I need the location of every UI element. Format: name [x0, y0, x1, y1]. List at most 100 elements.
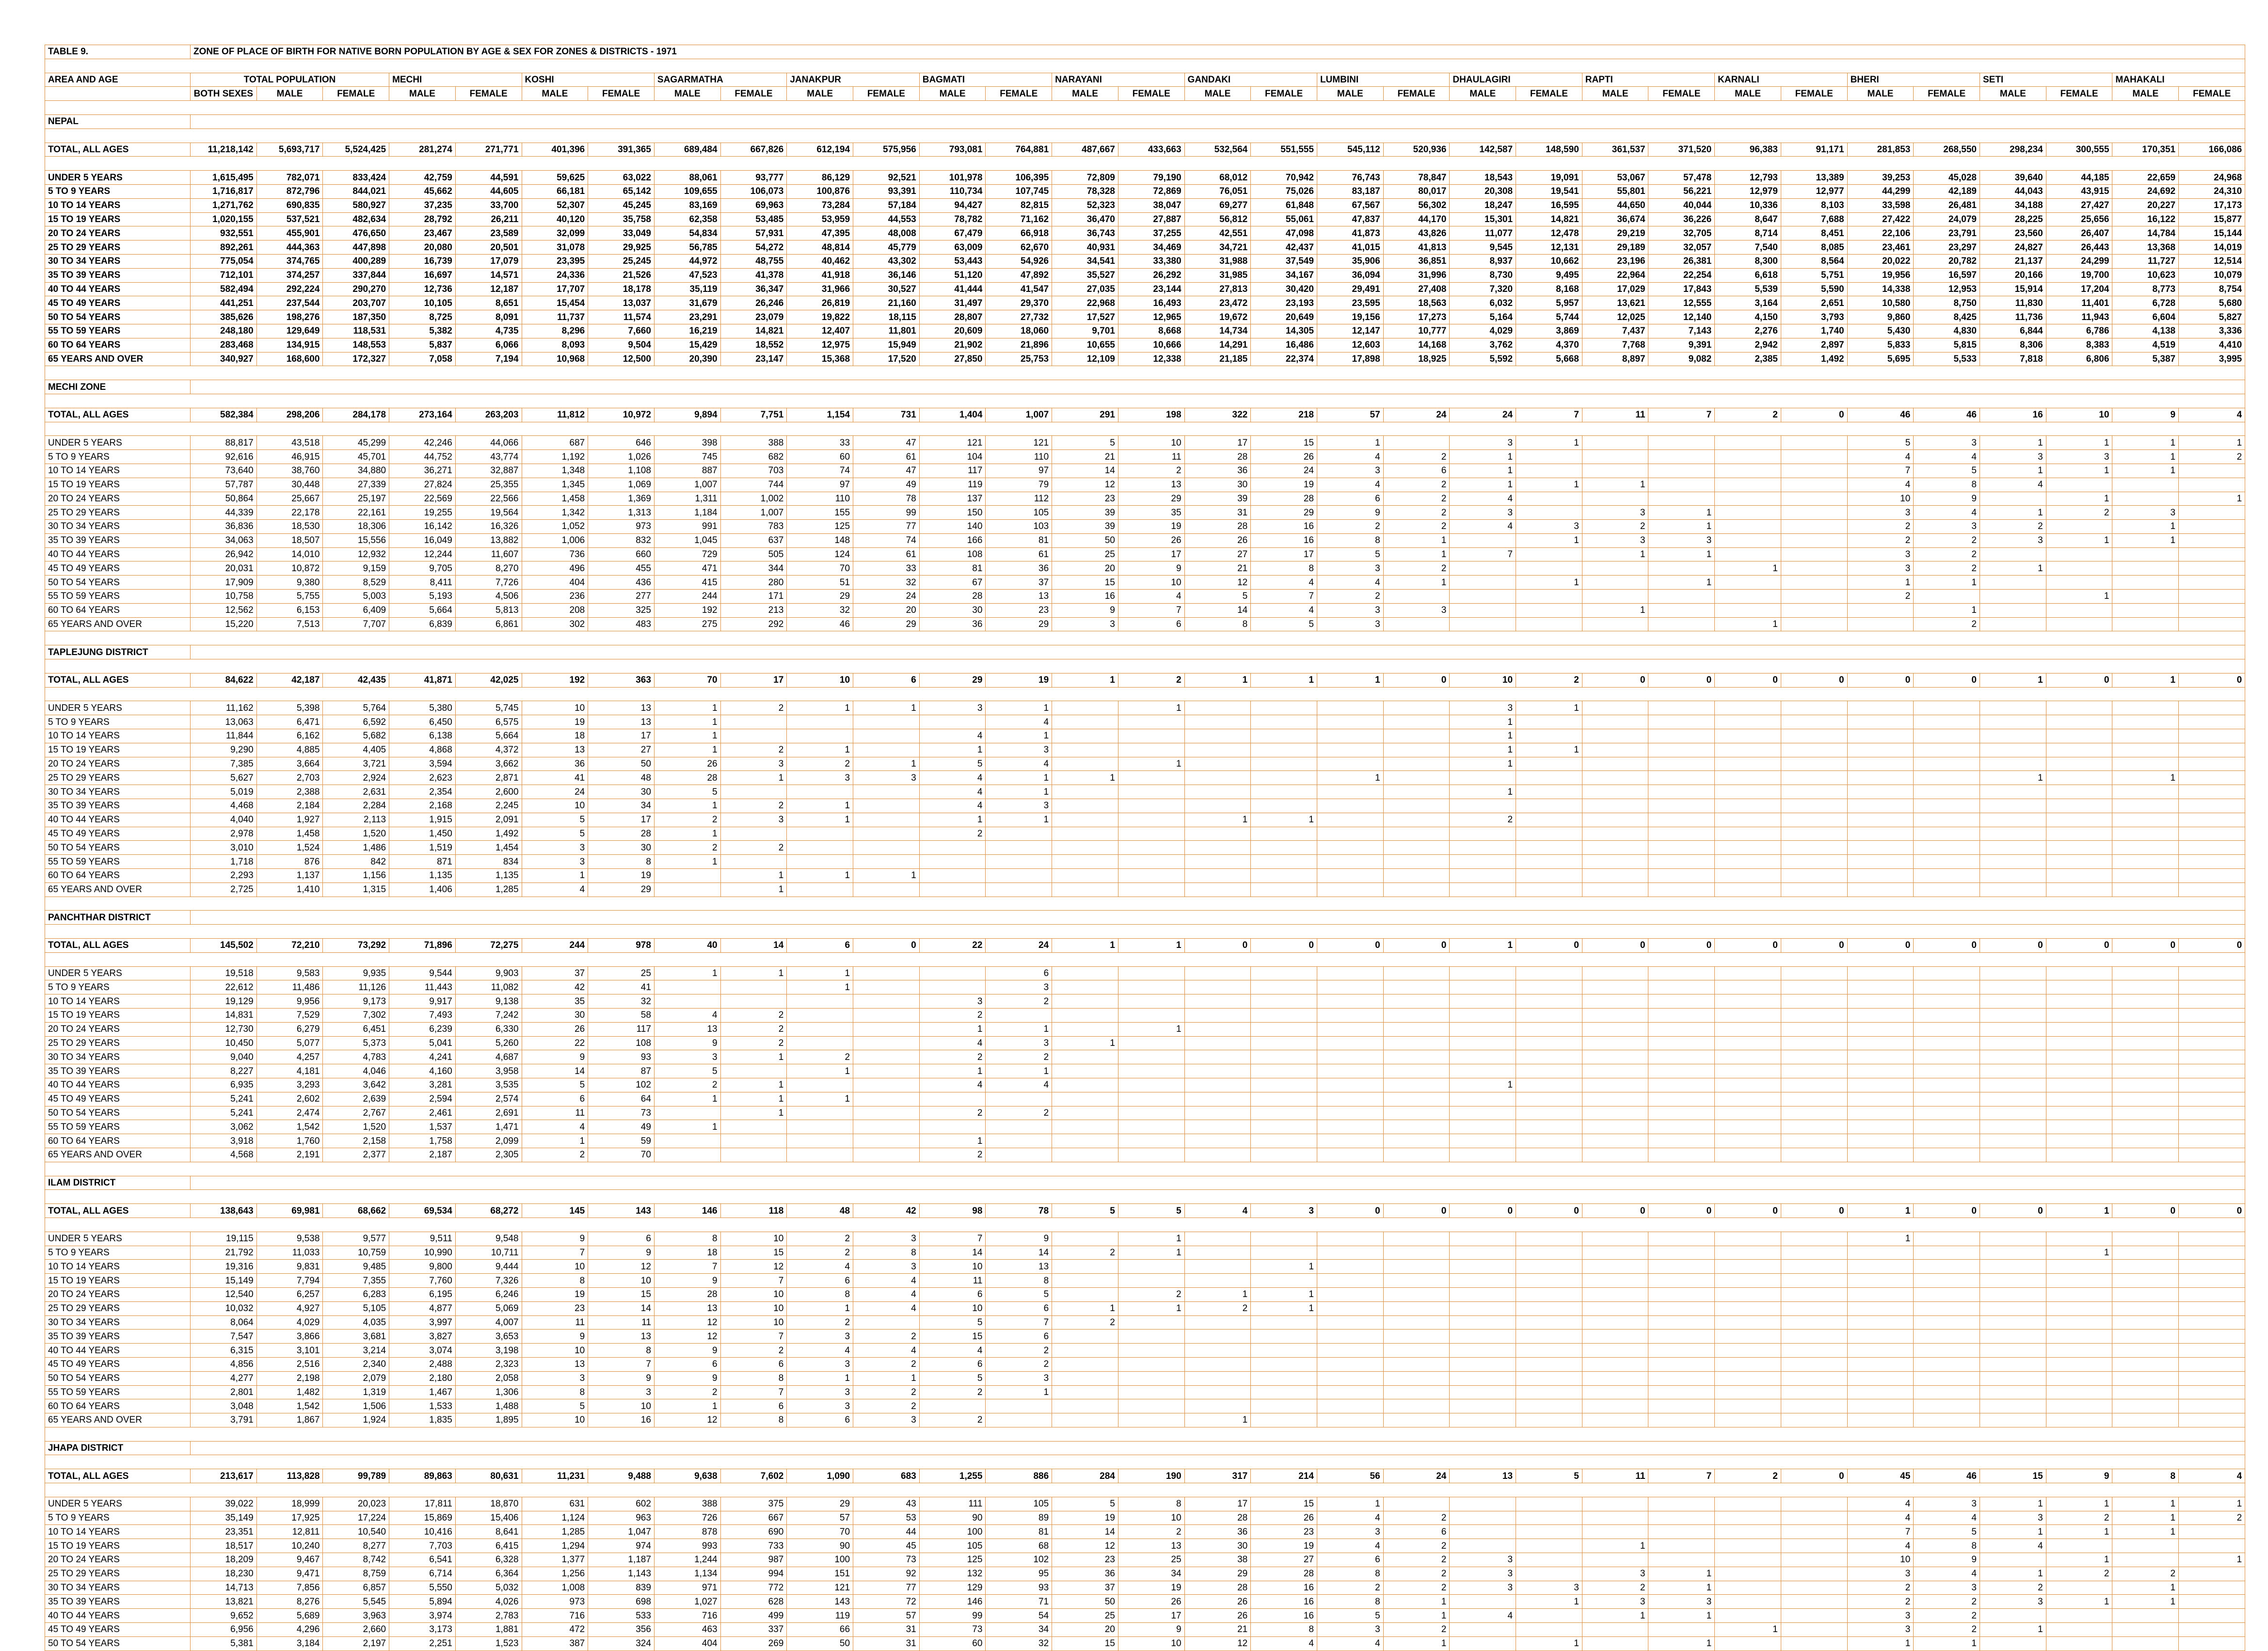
table-title: ZONE OF PLACE OF BIRTH FOR NATIVE BORN P…: [190, 45, 2246, 59]
value-cell: 5,380: [389, 701, 456, 716]
value-cell: 1: [2112, 1580, 2179, 1595]
row-label: 55 TO 59 YEARS: [45, 589, 191, 604]
value-cell: [1250, 1120, 1317, 1135]
value-cell: 6: [919, 1287, 986, 1302]
value-cell: 4: [654, 1008, 721, 1023]
value-cell: 42,435: [322, 673, 390, 688]
value-cell: 18,530: [256, 519, 323, 534]
value-cell: 7,703: [389, 1539, 456, 1554]
age-row: 15 TO 19 YEARS 15,149 7,794 7,355 7,760 7,326…: [45, 1273, 2246, 1288]
value-cell: [1118, 1371, 1185, 1386]
value-cell: 9: [985, 1231, 1053, 1246]
value-cell: [1516, 1273, 1582, 1288]
value-cell: 31,679: [654, 296, 721, 311]
value-cell: 42,437: [1250, 240, 1317, 255]
value-cell: [654, 994, 721, 1009]
value-cell: 444,363: [256, 240, 323, 255]
age-row: 20 TO 24 YEARS 50,864 25,667 25,197 22,569 22…: [45, 491, 2246, 506]
value-cell: 9: [654, 1343, 721, 1358]
value-cell: [1383, 826, 1450, 841]
value-cell: [786, 1036, 854, 1051]
value-cell: [1780, 1608, 1848, 1623]
value-cell: 44,650: [1581, 198, 1649, 213]
value-cell: 9,159: [322, 561, 390, 576]
row-label: 15 TO 19 YEARS: [45, 1008, 191, 1023]
value-cell: [1581, 1301, 1649, 1316]
value-cell: 14,821: [1516, 212, 1582, 227]
value-cell: 41,444: [919, 282, 986, 297]
value-cell: [2112, 729, 2179, 743]
value-cell: 2: [720, 701, 787, 716]
value-cell: 7,529: [256, 1008, 323, 1023]
value-cell: 93: [985, 1580, 1053, 1595]
value-cell: [1250, 1371, 1317, 1386]
value-cell: 8,897: [1581, 352, 1649, 367]
value-cell: [1780, 1231, 1848, 1246]
row-label: 60 TO 64 YEARS: [45, 603, 191, 618]
value-cell: 8,647: [1714, 212, 1781, 227]
value-cell: 4,468: [190, 799, 257, 813]
value-cell: [1714, 966, 1781, 981]
value-cell: 1: [2112, 1524, 2179, 1539]
value-cell: [1316, 1064, 1384, 1078]
value-cell: 6: [919, 1357, 986, 1372]
row-label: 35 TO 39 YEARS: [45, 1064, 191, 1078]
value-cell: 6,592: [322, 715, 390, 730]
value-cell: 325: [588, 603, 655, 618]
section-name: TAPLEJUNG DISTRICT: [45, 645, 191, 660]
value-cell: 2,099: [455, 1134, 522, 1148]
value-cell: [1118, 1064, 1185, 1078]
value-cell: 1: [1118, 756, 1185, 771]
value-cell: [1847, 1120, 1914, 1135]
value-cell: [2045, 1539, 2113, 1554]
value-cell: 13: [654, 1301, 721, 1316]
value-cell: 71,896: [389, 938, 456, 953]
value-cell: [1250, 1329, 1317, 1344]
value-cell: 2,942: [1714, 337, 1781, 353]
value-cell: 9: [2112, 407, 2179, 422]
value-cell: 121: [985, 435, 1053, 450]
value-cell: 1: [654, 826, 721, 841]
value-cell: 15,877: [2178, 212, 2246, 227]
row-label: 20 TO 24 YEARS: [45, 1287, 191, 1302]
value-cell: [1316, 799, 1384, 813]
value-cell: 388: [720, 435, 787, 450]
value-cell: [2112, 1036, 2179, 1051]
value-cell: 8,168: [1516, 282, 1582, 297]
value-cell: [1449, 1259, 1517, 1274]
value-cell: 36: [521, 756, 589, 771]
value-cell: 4: [1913, 1510, 1980, 1525]
value-cell: 9,583: [256, 966, 323, 981]
value-cell: 7,688: [1780, 212, 1848, 227]
value-cell: [1184, 742, 1251, 757]
value-cell: [1979, 966, 2046, 981]
value-cell: [1383, 1008, 1450, 1023]
value-cell: [1383, 1371, 1450, 1386]
value-cell: [1383, 701, 1450, 716]
value-cell: [1648, 1315, 1715, 1330]
value-cell: 284,178: [322, 407, 390, 422]
value-cell: 10,450: [190, 1036, 257, 1051]
value-cell: 23,297: [1913, 240, 1980, 255]
value-cell: 1: [1714, 617, 1781, 632]
value-cell: 72,809: [1052, 170, 1118, 185]
value-cell: 57: [786, 1510, 854, 1525]
value-cell: 2,168: [389, 799, 456, 813]
value-cell: [2045, 1343, 2113, 1358]
value-cell: [1581, 1077, 1649, 1092]
value-cell: 40,120: [521, 212, 589, 227]
value-cell: [2178, 812, 2246, 827]
value-cell: [1847, 854, 1914, 869]
value-cell: 7: [1847, 1524, 1914, 1539]
value-cell: 103: [985, 519, 1053, 534]
value-cell: 87: [588, 1064, 655, 1078]
value-cell: [1250, 1385, 1317, 1400]
value-cell: [1250, 1231, 1317, 1246]
value-cell: 5,957: [1516, 296, 1582, 311]
value-cell: 1,369: [588, 491, 655, 506]
value-cell: [1118, 868, 1185, 883]
value-cell: 1,285: [455, 882, 522, 897]
value-cell: [2112, 1413, 2179, 1427]
value-cell: 1: [786, 701, 854, 716]
value-cell: [1648, 477, 1715, 492]
